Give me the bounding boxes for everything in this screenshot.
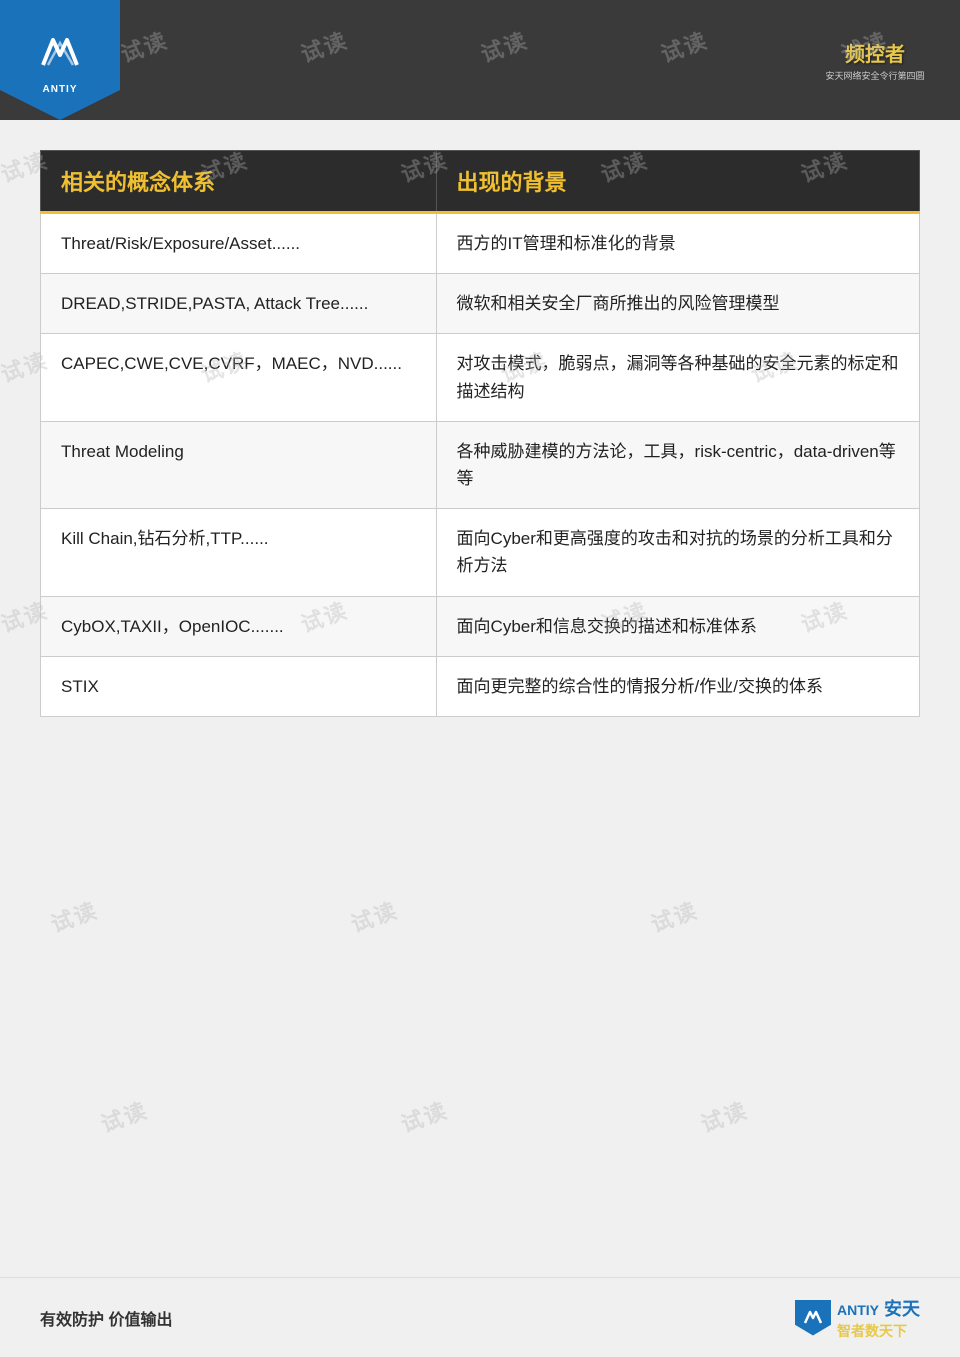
concept-table: 相关的概念体系 出现的背景 Threat/Risk/Exposure/Asset… — [40, 150, 920, 717]
table-cell-col2: 对攻击模式，脆弱点，漏洞等各种基础的安全元素的标定和描述结构 — [436, 334, 919, 421]
main-content: 相关的概念体系 出现的背景 Threat/Risk/Exposure/Asset… — [0, 120, 960, 747]
table-row: STIX面向更完整的综合性的情报分析/作业/交换的体系 — [41, 656, 920, 716]
footer: 有效防护 价值输出 ANTIY 安天 智者数天下 — [0, 1277, 960, 1357]
footer-logo: ANTIY 安天 智者数天下 — [795, 1295, 920, 1341]
header: ANTIY 频控者 安天网络安全令行第四圆 — [0, 0, 960, 120]
table-cell-col2: 面向更完整的综合性的情报分析/作业/交换的体系 — [436, 656, 919, 716]
footer-antiy-cn: 安天 — [884, 1299, 920, 1319]
watermark-24: 试读 — [696, 1093, 752, 1139]
table-cell-col1: Threat Modeling — [41, 421, 437, 508]
brand-name: 频控者 — [845, 38, 905, 67]
table-cell-col1: DREAD,STRIDE,PASTA, Attack Tree...... — [41, 274, 437, 334]
table-cell-col2: 各种威胁建模的方法论，工具，risk-centric，data-driven等等 — [436, 421, 919, 508]
col2-header: 出现的背景 — [436, 151, 919, 213]
footer-antiy: ANTIY — [837, 1302, 879, 1318]
table-row: Kill Chain,钻石分析,TTP......面向Cyber和更高强度的攻击… — [41, 509, 920, 596]
table-cell-col1: CAPEC,CWE,CVE,CVRF，MAEC，NVD...... — [41, 334, 437, 421]
watermark-23: 试读 — [396, 1093, 452, 1139]
watermark-21: 试读 — [646, 893, 702, 939]
header-right-brand: 频控者 安天网络安全令行第四圆 — [800, 20, 950, 100]
table-row: CAPEC,CWE,CVE,CVRF，MAEC，NVD......对攻击模式，脆… — [41, 334, 920, 421]
watermark-19: 试读 — [46, 893, 102, 939]
logo-text: ANTIY — [43, 84, 78, 95]
table-row: DREAD,STRIDE,PASTA, Attack Tree......微软和… — [41, 274, 920, 334]
logo-icon — [33, 25, 88, 80]
table-cell-col1: STIX — [41, 656, 437, 716]
table-cell-col2: 微软和相关安全厂商所推出的风险管理模型 — [436, 274, 919, 334]
table-row: Threat Modeling各种威胁建模的方法论，工具，risk-centri… — [41, 421, 920, 508]
footer-main-text: ANTIY 安天 — [837, 1295, 920, 1321]
header-logo: ANTIY — [0, 0, 120, 120]
footer-logo-text: ANTIY 安天 智者数天下 — [837, 1295, 920, 1341]
table-cell-col2: 西方的IT管理和标准化的背景 — [436, 213, 919, 274]
table-cell-col1: CybOX,TAXII，OpenIOC....... — [41, 596, 437, 656]
col1-header: 相关的概念体系 — [41, 151, 437, 213]
footer-logo-icon — [795, 1300, 831, 1336]
footer-right: ANTIY 安天 智者数天下 — [795, 1295, 920, 1341]
table-row: Threat/Risk/Exposure/Asset......西方的IT管理和… — [41, 213, 920, 274]
footer-slogan: 有效防护 价值输出 — [40, 1306, 172, 1330]
table-cell-col2: 面向Cyber和更高强度的攻击和对抗的场景的分析工具和分析方法 — [436, 509, 919, 596]
footer-sub-text: 智者数天下 — [837, 1321, 907, 1341]
table-cell-col1: Kill Chain,钻石分析,TTP...... — [41, 509, 437, 596]
table-row: CybOX,TAXII，OpenIOC.......面向Cyber和信息交换的描… — [41, 596, 920, 656]
watermark-20: 试读 — [346, 893, 402, 939]
watermark-22: 试读 — [96, 1093, 152, 1139]
table-cell-col2: 面向Cyber和信息交换的描述和标准体系 — [436, 596, 919, 656]
table-cell-col1: Threat/Risk/Exposure/Asset...... — [41, 213, 437, 274]
brand-sub: 安天网络安全令行第四圆 — [825, 69, 924, 82]
